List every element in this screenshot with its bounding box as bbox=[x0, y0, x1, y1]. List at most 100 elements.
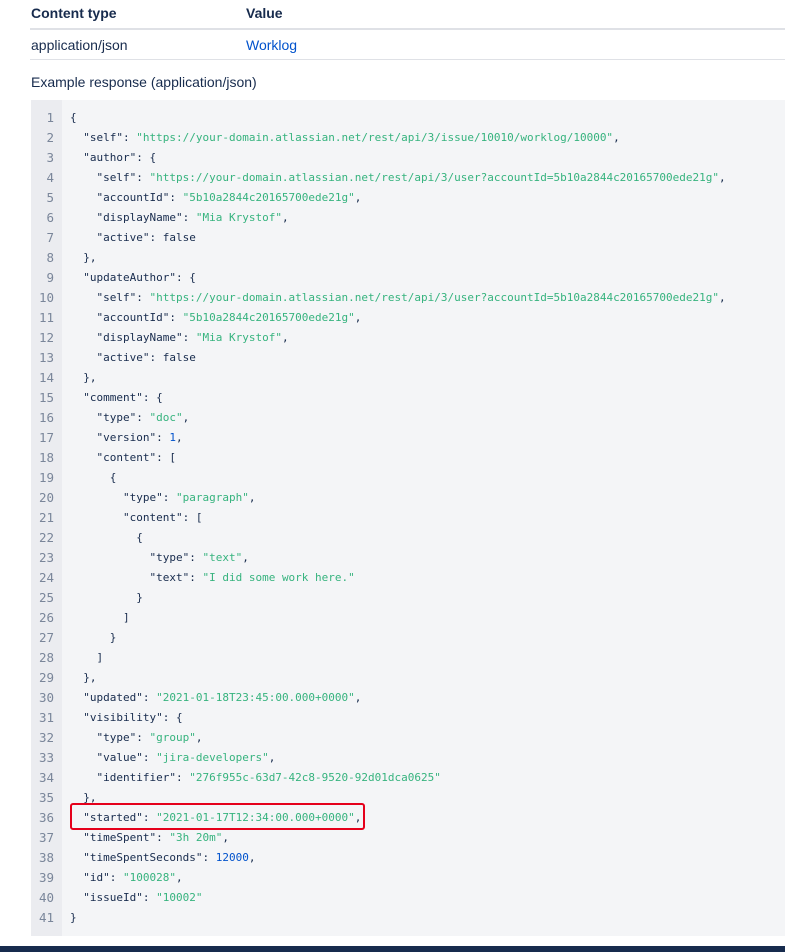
line-number: 7 bbox=[46, 230, 54, 245]
code-text: "content": [ bbox=[70, 508, 203, 528]
line-number: 22 bbox=[38, 530, 54, 545]
code-token: "displayName" bbox=[70, 211, 183, 224]
code-line: 9 "updateAuthor": { bbox=[31, 268, 785, 288]
code-token: }, bbox=[70, 371, 97, 384]
code-token: : bbox=[142, 691, 157, 704]
code-line: 6 "displayName": "Mia Krystof", bbox=[31, 208, 785, 228]
code-token: "5b10a2844c20165700ede21g" bbox=[182, 191, 355, 204]
line-number: 20 bbox=[38, 490, 54, 505]
code-text: "accountId": "5b10a2844c20165700ede21g", bbox=[70, 308, 361, 328]
line-number: 31 bbox=[38, 710, 54, 725]
code-token: , bbox=[242, 551, 249, 564]
code-token: { bbox=[70, 531, 143, 544]
code-line: 2 "self": "https://your-domain.atlassian… bbox=[31, 128, 785, 148]
code-line: 16 "type": "doc", bbox=[31, 408, 785, 428]
code-text: "timeSpent": "3h 20m", bbox=[70, 828, 229, 848]
code-token: : bbox=[156, 831, 170, 844]
code-token: "updated" bbox=[70, 691, 143, 704]
code-line: 28 ] bbox=[31, 648, 785, 668]
response-content-table: Content type Value application/json Work… bbox=[30, 0, 785, 60]
code-line: 15 "comment": { bbox=[31, 388, 785, 408]
line-number: 29 bbox=[38, 670, 54, 685]
code-text: }, bbox=[70, 248, 96, 268]
line-number: 38 bbox=[38, 850, 54, 865]
worklog-link[interactable]: Worklog bbox=[246, 37, 297, 53]
code-token: : { bbox=[136, 151, 157, 164]
code-token: : bbox=[182, 211, 196, 224]
code-token: "https://your-domain.atlassian.net/rest/… bbox=[149, 171, 720, 184]
code-text: "comment": { bbox=[70, 388, 163, 408]
line-number: 11 bbox=[38, 310, 54, 325]
code-token: "https://your-domain.atlassian.net/rest/… bbox=[136, 131, 614, 144]
line-number: 15 bbox=[38, 390, 54, 405]
code-token: "jira-developers" bbox=[156, 751, 269, 764]
code-text: "type": "paragraph", bbox=[70, 488, 255, 508]
code-token: , bbox=[354, 811, 362, 824]
code-text: ] bbox=[70, 648, 103, 668]
code-token: false bbox=[162, 231, 196, 244]
code-token: : bbox=[162, 491, 176, 504]
code-token: "started" bbox=[70, 811, 143, 824]
line-number: 36 bbox=[38, 810, 54, 825]
code-token: "Mia Krystof" bbox=[195, 211, 282, 224]
code-text: } bbox=[70, 588, 143, 608]
code-line: 39 "id": "100028", bbox=[31, 868, 785, 888]
line-number: 12 bbox=[38, 330, 54, 345]
code-token: "issueId" bbox=[70, 891, 143, 904]
code-token: "active" bbox=[70, 231, 150, 244]
line-number: 2 bbox=[46, 130, 54, 145]
code-token: "self" bbox=[70, 171, 137, 184]
line-number: 24 bbox=[38, 570, 54, 585]
code-token: "updateAuthor" bbox=[70, 271, 176, 284]
code-token: "group" bbox=[149, 731, 196, 744]
code-token: : bbox=[149, 231, 163, 244]
code-token: , bbox=[175, 871, 183, 884]
code-token: ] bbox=[70, 651, 104, 664]
code-text: "started": "2021-01-17T12:34:00.000+0000… bbox=[70, 808, 361, 828]
code-token: "displayName" bbox=[70, 331, 183, 344]
code-token: : bbox=[189, 571, 203, 584]
code-block[interactable]: 1{2 "self": "https://your-domain.atlassi… bbox=[31, 100, 785, 936]
line-number: 25 bbox=[38, 590, 54, 605]
code-line: 31 "visibility": { bbox=[31, 708, 785, 728]
code-line: 30 "updated": "2021-01-18T23:45:00.000+0… bbox=[31, 688, 785, 708]
table-header-row: Content type Value bbox=[30, 0, 785, 30]
code-line: 23 "type": "text", bbox=[31, 548, 785, 568]
code-token: } bbox=[70, 591, 143, 604]
code-line: 14 }, bbox=[31, 368, 785, 388]
code-token: , bbox=[248, 851, 256, 864]
code-token: : bbox=[169, 311, 183, 324]
code-token: : bbox=[109, 871, 123, 884]
code-token: { bbox=[70, 471, 117, 484]
line-number: 23 bbox=[38, 550, 54, 565]
code-token: } bbox=[70, 911, 77, 924]
code-token: , bbox=[354, 691, 362, 704]
code-token: "3h 20m" bbox=[169, 831, 223, 844]
line-number: 17 bbox=[38, 430, 54, 445]
code-token: "paragraph" bbox=[175, 491, 249, 504]
code-token: }, bbox=[70, 671, 97, 684]
code-token: : bbox=[149, 351, 163, 364]
line-number: 27 bbox=[38, 630, 54, 645]
code-line: 33 "value": "jira-developers", bbox=[31, 748, 785, 768]
code-token: , bbox=[182, 411, 190, 424]
code-token: : bbox=[175, 771, 190, 784]
code-token: "content" bbox=[70, 451, 157, 464]
code-token: "Mia Krystof" bbox=[195, 331, 282, 344]
code-line: 11 "accountId": "5b10a2844c20165700ede21… bbox=[31, 308, 785, 328]
code-text: ] bbox=[70, 608, 130, 628]
code-token: "https://your-domain.atlassian.net/rest/… bbox=[149, 291, 720, 304]
code-token: 12000 bbox=[215, 851, 249, 864]
code-line: 5 "accountId": "5b10a2844c20165700ede21g… bbox=[31, 188, 785, 208]
code-line: 18 "content": [ bbox=[31, 448, 785, 468]
code-line: 19 { bbox=[31, 468, 785, 488]
line-number: 37 bbox=[38, 830, 54, 845]
line-number: 34 bbox=[38, 770, 54, 785]
code-token: "visibility" bbox=[70, 711, 163, 724]
line-number: 21 bbox=[38, 510, 54, 525]
code-text: }, bbox=[70, 368, 97, 388]
code-token: "I did some work here." bbox=[202, 571, 355, 584]
code-token: : bbox=[182, 331, 196, 344]
code-text: "active": false bbox=[70, 348, 195, 368]
code-token: : { bbox=[162, 711, 183, 724]
